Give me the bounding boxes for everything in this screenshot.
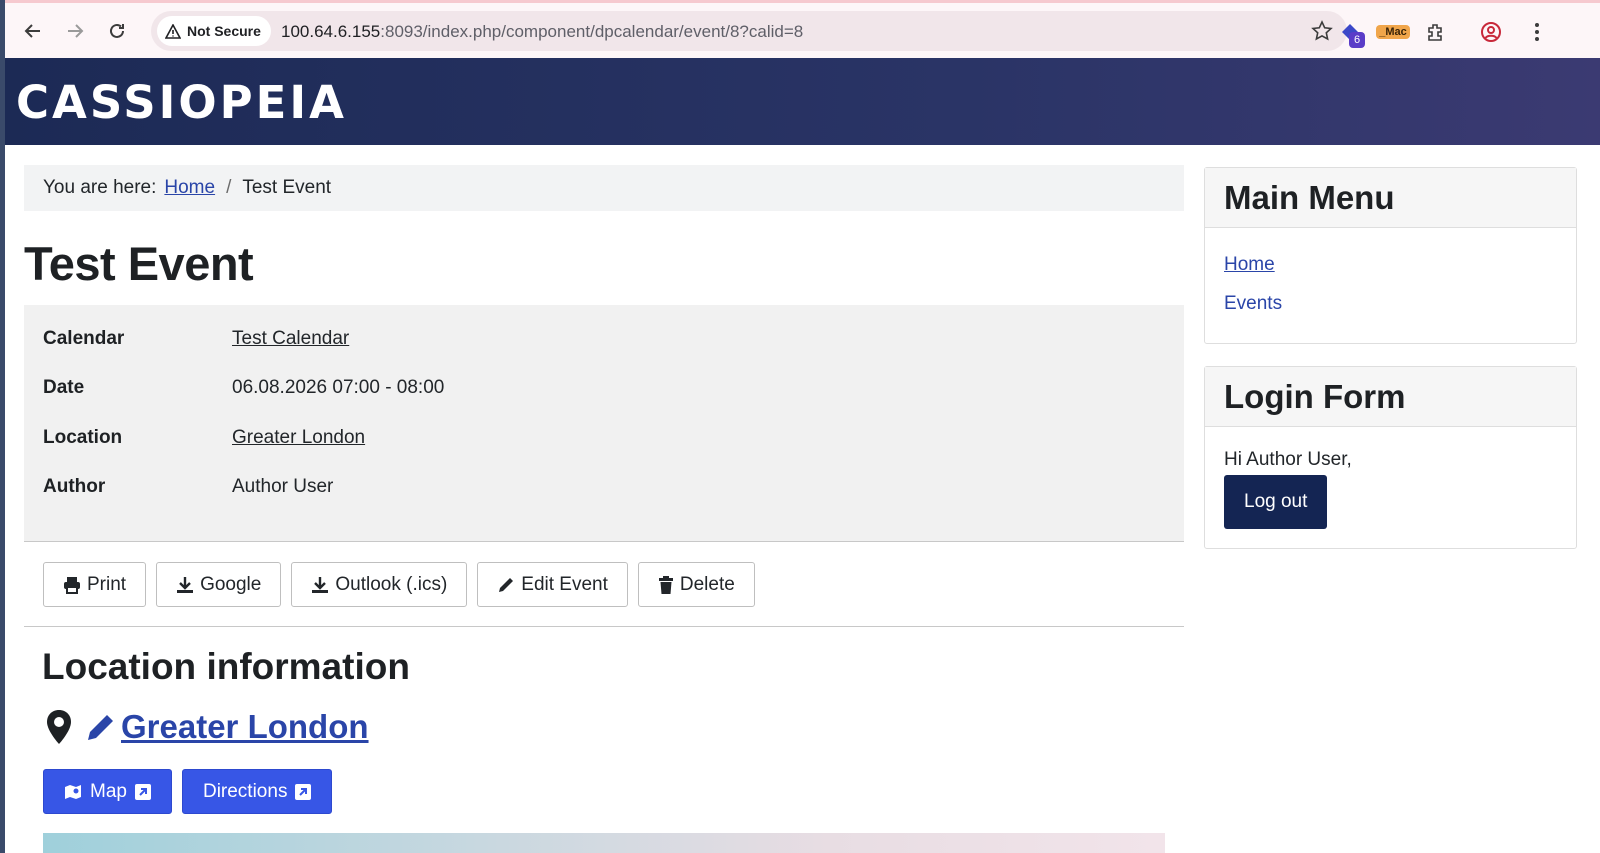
download-icon [312, 576, 329, 593]
pencil-icon [499, 577, 514, 592]
map-button[interactable]: Map [43, 769, 172, 814]
security-label: Not Secure [187, 23, 261, 39]
browser-toolbar: Not Secure 100.64.6.155:8093/index.php/c… [5, 0, 1600, 58]
external-link-icon [295, 783, 312, 800]
url-text[interactable]: 100.64.6.155:8093/index.php/component/dp… [281, 22, 803, 42]
reload-icon[interactable] [103, 17, 131, 45]
more-menu-icon[interactable] [1525, 18, 1549, 46]
profile-icon[interactable] [1477, 18, 1505, 46]
event-actions: Print Google Outlook (.ics) Edit Event D… [43, 562, 755, 607]
login-greeting: Hi Author User, [1224, 449, 1352, 470]
detail-row-location: Location Greater London [43, 427, 365, 449]
location-buttons: Map Directions [43, 769, 333, 814]
author-value: Author User [232, 476, 334, 497]
menu-item-home[interactable]: Home [1224, 254, 1557, 276]
logout-button[interactable]: Log out [1224, 475, 1328, 529]
warning-icon [165, 23, 181, 39]
page-title: Test Event [24, 237, 254, 290]
external-link-icon [134, 783, 151, 800]
directions-button[interactable]: Directions [181, 769, 333, 814]
outlook-ics-button[interactable]: Outlook (.ics) [291, 562, 468, 607]
detail-label: Date [43, 377, 85, 398]
location-title: Greater London [45, 708, 369, 746]
menu-item-events[interactable]: Events [1224, 293, 1557, 315]
detail-row-author: Author Author User [43, 476, 333, 498]
download-icon [177, 576, 194, 593]
detail-row-calendar: Calendar Test Calendar [43, 328, 349, 350]
site-header: CASSIOPEIA [5, 58, 1600, 145]
map-icon [65, 784, 81, 799]
google-button[interactable]: Google [156, 562, 282, 607]
location-link[interactable]: Greater London [232, 427, 365, 449]
delete-button[interactable]: Delete [637, 562, 755, 607]
calendar-link[interactable]: Test Calendar [232, 328, 349, 350]
back-icon[interactable] [19, 17, 47, 45]
forward-icon[interactable] [61, 17, 89, 45]
site-brand[interactable]: CASSIOPEIA [16, 80, 347, 125]
mac-extension-icon[interactable]: _Mac [1373, 18, 1413, 46]
breadcrumb-separator: / [226, 177, 232, 198]
trash-icon [658, 575, 673, 594]
main-menu-module: Main Menu Home Events [1204, 167, 1577, 344]
date-value: 06.08.2026 07:00 - 08:00 [232, 377, 445, 398]
breadcrumb-prefix: You are here: [43, 177, 157, 198]
main-menu-title: Main Menu [1205, 168, 1576, 228]
pencil-icon [88, 715, 113, 740]
extensions-icon[interactable] [1421, 18, 1449, 46]
location-name-link[interactable]: Greater London [85, 708, 369, 746]
section-divider [24, 626, 1184, 627]
detail-label: Calendar [43, 328, 125, 349]
detail-row-date: Date 06.08.2026 07:00 - 08:00 [43, 377, 444, 399]
breadcrumb: You are here: Home / Test Event [24, 165, 1184, 211]
map-pin-icon [47, 710, 71, 744]
breadcrumb-current: Test Event [242, 177, 332, 198]
login-form-title: Login Form [1205, 367, 1576, 427]
detail-label: Author [43, 476, 106, 497]
extension-puzzle-badge-icon[interactable]: 6 [1335, 18, 1365, 48]
breadcrumb-home-link[interactable]: Home [164, 177, 215, 199]
location-heading: Location information [42, 646, 410, 687]
event-details: Calendar Test Calendar Date 06.08.2026 0… [24, 305, 1184, 542]
edit-event-button[interactable]: Edit Event [477, 562, 628, 607]
print-button[interactable]: Print [43, 562, 147, 607]
address-bar[interactable]: Not Secure 100.64.6.155:8093/index.php/c… [151, 11, 1347, 51]
login-form-module: Login Form Hi Author User, Log out [1204, 366, 1577, 549]
bookmark-star-icon[interactable] [1311, 20, 1333, 47]
printer-icon [64, 576, 80, 594]
detail-label: Location [43, 427, 123, 448]
security-chip[interactable]: Not Secure [157, 16, 271, 46]
location-map[interactable] [43, 833, 1165, 853]
